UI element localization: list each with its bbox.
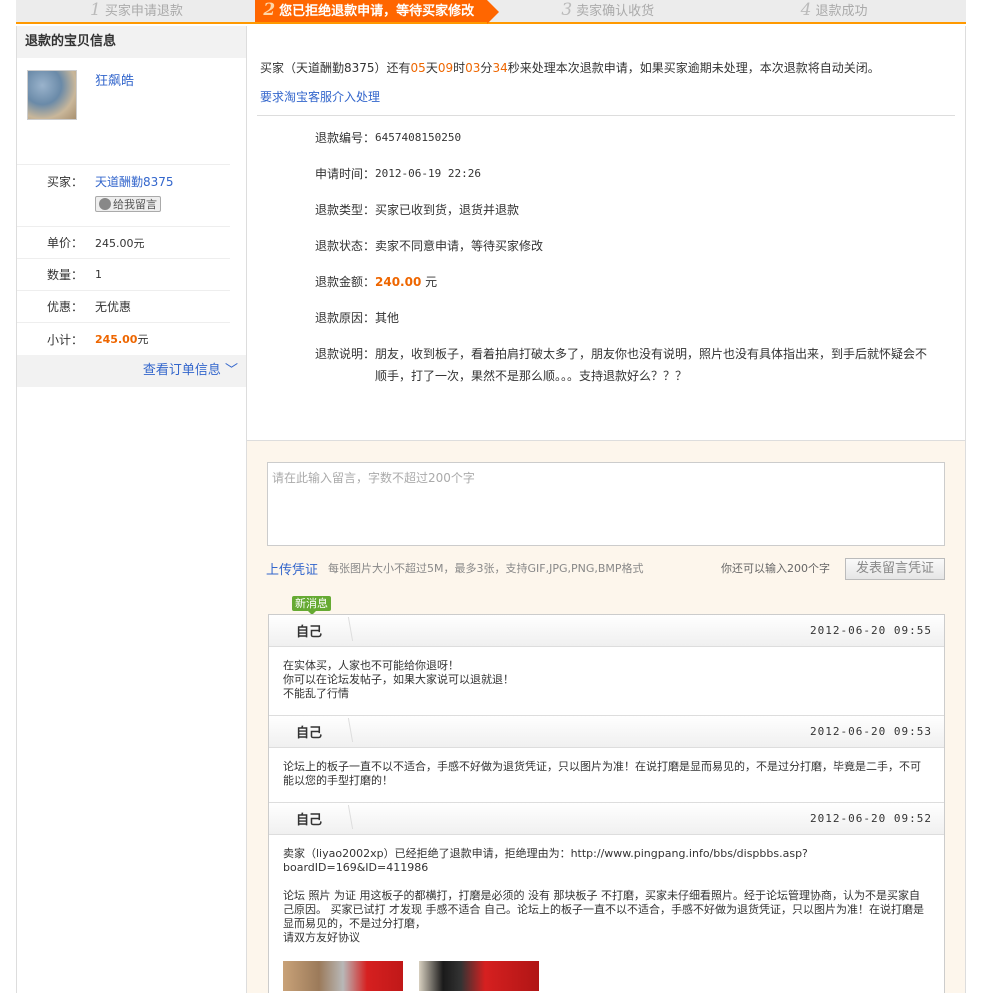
countdown-notice: 买家（天道酬勤8375）还有05天09时03分34秒来处理本次退款申请，如果买家… [260,61,880,75]
new-message-badge: 新消息 [292,596,331,615]
refund-amount: 退款金额： 240.00 元 [315,275,438,289]
refund-detail-panel: 买家（天道酬勤8375）还有05天09时03分34秒来处理本次退款申请，如果买家… [247,26,966,993]
buyer-row: 买家： 天道酬勤8375 给我留言 [17,165,230,227]
subtotal-row: 小计： 245.00元 [46,332,149,347]
discount-row: 优惠： 无优惠 [17,291,230,323]
product-thumbnail[interactable] [27,70,77,120]
message-header: 自己 2012-06-20 09:53 [269,716,944,748]
upload-hint: 每张图片大小不超过5M，最多3张，支持GIF,JPG,PNG,BMP格式 [328,562,644,575]
refund-id: 退款编号： 6457408150250 [315,131,462,145]
progress-steps: 1 买家申请退款 2 您已拒绝退款申请，等待买家修改 3 卖家确认收货 4 退款成功 [16,0,966,24]
qty-row: 数量： 1 [17,259,230,291]
panel-title: 退款的宝贝信息 [17,26,246,58]
refund-status: 退款状态： 卖家不同意申请，等待买家修改 [315,239,544,253]
evidence-photo[interactable] [283,961,403,991]
apply-time: 申请时间： 2012-06-19 22:26 [315,167,481,181]
step-2-active: 2 您已拒绝退款申请，等待买家修改 [255,0,500,24]
leave-message-button[interactable]: 给我留言 [95,196,161,212]
step-3: 3 卖家确认收货 [561,0,655,20]
message-body: 在实体买，人家也不可能给你退呀！ 你可以在论坛发帖子，如果大家说可以退就退！ 不… [269,647,944,716]
upload-evidence-link[interactable]: 上传凭证 [266,559,318,578]
refund-page: 1 买家申请退款 2 您已拒绝退款申请，等待买家修改 3 卖家确认收货 4 退款成功 退… [0,0,982,993]
chat-face-icon [99,198,111,210]
refund-type: 退款类型： 买家已收到货，退货并退款 [315,203,520,217]
step-1: 1 买家申请退款 [90,0,183,20]
message-input[interactable]: 请在此输入留言，字数不超过200个字 [267,462,945,546]
message-list: 自己 2012-06-20 09:55 在实体买，人家也不可能给你退呀！ 你可以在… [268,614,945,993]
product-link[interactable]: 狂飙皓 [95,70,134,164]
refund-info: 退款编号： 6457408150250 申请时间： 2012-06-19 22:26… [247,116,965,387]
message-body: 论坛上的板子一直不以不适合，手感不好做为退货凭证，只以图片为准！在说打磨是显而易… [269,748,944,803]
chevron-down-icon: ﹀ [224,363,238,378]
message-header: 自己 2012-06-20 09:55 [269,615,944,647]
message-body: 卖家（liyao2002xp）已经拒绝了退款申请，拒绝理由为：http://ww… [269,835,944,993]
step-4: 4 退款成功 [800,0,868,20]
buyer-link[interactable]: 天道酬勤8375 [95,175,174,189]
customer-service-link[interactable]: 要求淘宝客服介入处理 [260,88,965,105]
send-message-button[interactable]: 发表留言凭证 [845,558,945,580]
price-row: 单价： 245.00元 [17,227,230,259]
chars-remaining: 你还可以输入200个字 [721,562,830,575]
view-order-bar: 查看订单信息 ﹀ [17,355,246,387]
product-card: 狂飙皓 [17,58,230,165]
product-info-panel: 退款的宝贝信息 狂飙皓 买家： 天道酬勤8375 给我留言 单价： 245.00元… [16,26,247,993]
refund-description: 退款说明： 朋友，收到板子，看着拍肩打破太多了，朋友你也没有说明，照片也没有具体指… [315,347,928,383]
view-order-link[interactable]: 查看订单信息 ﹀ [143,363,238,378]
message-area: 请在此输入留言，字数不超过200个字 上传凭证 每张图片大小不超过5M，最多3张… [247,440,965,993]
evidence-photo[interactable] [419,961,539,991]
refund-reason: 退款原因： 其他 [315,311,400,325]
evidence-images [283,961,930,991]
message-header: 自己 2012-06-20 09:52 [269,803,944,835]
